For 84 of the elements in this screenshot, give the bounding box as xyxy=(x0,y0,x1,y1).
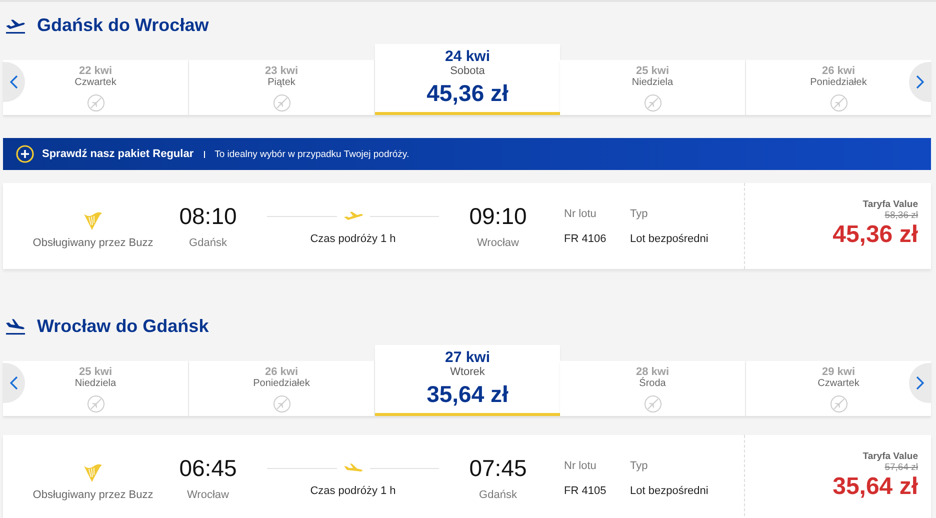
arrival-city: Gdańsk xyxy=(479,489,517,501)
date-tab[interactable]: 28 kwi Środa xyxy=(560,361,746,416)
weekday-label: Czwartek xyxy=(74,77,116,89)
flight-type-label: Typ xyxy=(630,208,648,220)
date-label: 29 kwi xyxy=(822,366,856,378)
departure-time: 08:10 xyxy=(179,203,237,230)
no-flight-icon xyxy=(830,94,848,112)
no-flight-icon xyxy=(272,395,290,413)
flight-card[interactable]: Obsługiwany przez Buzz 06:45 Wrocław Czas podróży 1 h 07:45 Gdańsk Nr lotu FR 4105 Typ Lot bezpośredni Taryfa Value 57,64 zł 35,64 zł xyxy=(3,435,931,518)
no-flight-icon xyxy=(830,395,848,413)
date-tab[interactable]: 23 kwi Piątek xyxy=(189,60,375,115)
date-tab[interactable]: 27 kwi Wtorek 35,64 zł xyxy=(375,345,560,416)
flight-number: FR 4105 xyxy=(564,484,606,496)
flight-type-label: Typ xyxy=(630,460,648,472)
harp-logo-icon xyxy=(83,210,103,232)
flight-card[interactable]: Obsługiwany przez Buzz 08:10 Gdańsk Czas podróży 1 h 09:10 Wrocław Nr lotu FR 4106 Typ Lot bezpośredni Taryfa Value 58,36 zł 45,36 zł xyxy=(3,183,931,269)
no-flight-icon xyxy=(644,395,662,413)
date-price: 45,36 zł xyxy=(426,80,508,107)
flight-number: FR 4106 xyxy=(564,232,606,244)
weekday-label: Niedziela xyxy=(74,378,116,390)
chevron-left-icon xyxy=(10,376,18,390)
arrival-city: Wrocław xyxy=(477,237,519,249)
flight-number-label: Nr lotu xyxy=(564,460,596,472)
operator-text: Obsługiwany przez Buzz xyxy=(32,488,154,500)
weekday-label: Piątek xyxy=(268,77,296,89)
weekday-label: Środa xyxy=(639,378,666,390)
weekday-label: Niedziela xyxy=(632,77,674,89)
fare-name: Taryfa Value xyxy=(862,450,918,462)
arrival-time: 07:45 xyxy=(469,455,527,482)
old-price: 58,36 zł xyxy=(884,210,918,220)
takeoff-plane-icon xyxy=(5,16,26,34)
chevron-right-icon xyxy=(916,376,924,390)
weekday-label: Wtorek xyxy=(450,366,485,379)
arrival-time: 09:10 xyxy=(469,203,527,230)
flight-duration: Czas podróży 1 h xyxy=(310,485,396,497)
date-label: 24 kwi xyxy=(444,48,490,65)
date-tab[interactable]: 24 kwi Sobota 45,36 zł xyxy=(375,44,560,115)
date-label: 23 kwi xyxy=(264,65,298,77)
weekday-label: Poniedziałek xyxy=(810,77,867,89)
plus-icon xyxy=(16,145,34,163)
flight-type: Lot bezpośredni xyxy=(630,484,708,496)
date-tab[interactable]: 25 kwi Niedziela xyxy=(560,60,746,115)
harp-logo-icon xyxy=(83,462,103,484)
date-label: 25 kwi xyxy=(636,65,670,77)
old-price: 57,64 zł xyxy=(884,462,918,472)
landing-plane-icon xyxy=(5,318,26,334)
date-tab[interactable]: 26 kwi Poniedziałek xyxy=(746,60,931,115)
chevron-right-icon xyxy=(916,75,924,89)
date-label: 25 kwi xyxy=(78,366,112,378)
plane-icon xyxy=(342,211,364,221)
fare-price: 35,64 zł xyxy=(832,472,918,500)
no-flight-icon xyxy=(644,94,662,112)
no-flight-icon xyxy=(86,94,104,112)
banner-text: To idealny wybór w przypadku Twojej podróży. xyxy=(214,148,410,160)
operator-text: Obsługiwany przez Buzz xyxy=(32,236,154,248)
promo-banner[interactable]: Sprawdź nasz pakiet Regular To idealny wybór w przypadku Twojej podróży. xyxy=(3,138,931,170)
date-tab[interactable]: 25 kwi Niedziela xyxy=(3,361,189,416)
fare-name: Taryfa Value xyxy=(862,198,918,210)
chevron-left-icon xyxy=(10,75,18,89)
fare-price: 45,36 zł xyxy=(832,220,918,248)
departure-time: 06:45 xyxy=(179,455,237,482)
weekday-label: Czwartek xyxy=(818,378,860,390)
no-flight-icon xyxy=(86,395,104,413)
date-label: 28 kwi xyxy=(636,366,670,378)
flight-duration: Czas podróży 1 h xyxy=(310,233,396,245)
date-label: 26 kwi xyxy=(822,65,856,77)
departure-city: Wrocław xyxy=(187,489,229,501)
no-flight-icon xyxy=(272,94,290,112)
date-label: 27 kwi xyxy=(444,349,490,366)
plane-icon xyxy=(342,463,364,473)
banner-title: Sprawdź nasz pakiet Regular xyxy=(42,148,194,160)
departure-city: Gdańsk xyxy=(189,237,227,249)
date-tab[interactable]: 29 kwi Czwartek xyxy=(746,361,931,416)
weekday-label: Sobota xyxy=(450,65,485,78)
journey-title: Gdańsk do Wrocław xyxy=(37,14,209,36)
flight-type: Lot bezpośredni xyxy=(630,232,708,244)
date-label: 26 kwi xyxy=(264,366,298,378)
date-label: 22 kwi xyxy=(78,65,112,77)
flight-number-label: Nr lotu xyxy=(564,208,596,220)
weekday-label: Poniedziałek xyxy=(253,378,310,390)
date-price: 35,64 zł xyxy=(426,381,508,408)
date-tab[interactable]: 22 kwi Czwartek xyxy=(3,60,189,115)
date-tab[interactable]: 26 kwi Poniedziałek xyxy=(189,361,375,416)
journey-title: Wrocław do Gdańsk xyxy=(37,316,209,336)
